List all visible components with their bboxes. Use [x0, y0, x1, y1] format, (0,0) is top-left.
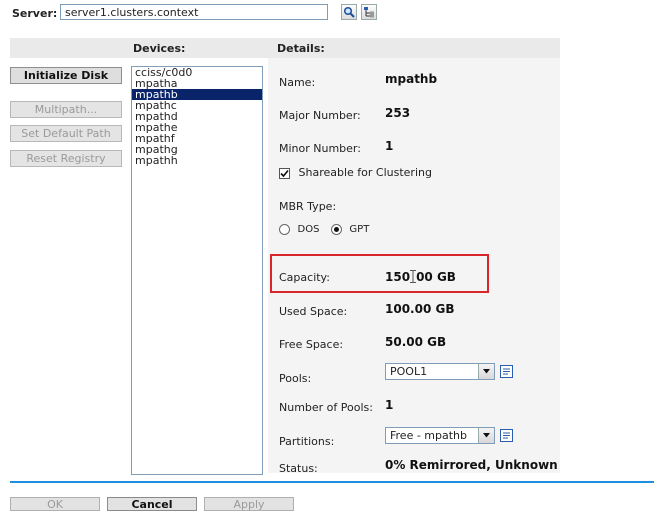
mbr-gpt-label: GPT: [349, 224, 370, 235]
apply-button[interactable]: Apply: [204, 497, 294, 511]
used-space-value: 100.00 GB: [385, 302, 455, 316]
minor-number-label: Minor Number:: [279, 142, 361, 155]
status-value: 0% Remirrored, Unknown: [385, 458, 558, 472]
mbr-type-radio-group: DOS GPT: [279, 222, 369, 235]
partition-details-icon[interactable]: [499, 428, 513, 442]
chevron-down-icon[interactable]: [478, 428, 494, 443]
pools-select[interactable]: POOL1: [385, 363, 495, 380]
name-label: Name:: [279, 76, 316, 89]
shareable-checkbox[interactable]: [279, 167, 290, 179]
chevron-down-icon[interactable]: [478, 364, 494, 379]
capacity-label: Capacity:: [279, 271, 330, 284]
cancel-button[interactable]: Cancel: [107, 497, 197, 511]
divider: [10, 481, 654, 483]
status-label: Status:: [279, 462, 318, 475]
search-icon[interactable]: [341, 4, 357, 20]
mbr-dos-label: DOS: [297, 224, 320, 235]
free-space-value: 50.00 GB: [385, 335, 447, 349]
mbr-dos-radio[interactable]: [279, 223, 290, 235]
initialize-disk-button[interactable]: Initialize Disk: [10, 67, 122, 84]
major-number-value: 253: [385, 106, 411, 120]
free-space-label: Free Space:: [279, 338, 344, 351]
ok-button[interactable]: OK: [10, 497, 100, 511]
server-label: Server:: [12, 7, 58, 20]
number-of-pools-label: Number of Pools:: [279, 401, 373, 414]
device-item[interactable]: mpathh: [132, 155, 262, 166]
multipath-button[interactable]: Multipath...: [10, 101, 122, 118]
tree-browse-icon[interactable]: [361, 4, 377, 20]
pools-label: Pools:: [279, 372, 312, 385]
mbr-gpt-radio[interactable]: [330, 223, 342, 235]
details-header: Details:: [277, 42, 325, 55]
text-cursor-icon: [410, 270, 417, 283]
capacity-value: 150 00 GB: [385, 270, 456, 284]
major-number-label: Major Number:: [279, 109, 361, 122]
server-input[interactable]: [60, 4, 328, 20]
minor-number-value: 1: [385, 139, 394, 153]
devices-header: Devices:: [133, 42, 186, 55]
pool-details-icon[interactable]: [499, 364, 513, 378]
shareable-checkbox-row[interactable]: Shareable for Clustering: [279, 166, 432, 179]
used-space-label: Used Space:: [279, 305, 348, 318]
device-list[interactable]: cciss/c0d0 mpatha mpathb mpathc mpathd m…: [131, 66, 263, 475]
mbr-type-label: MBR Type:: [279, 200, 337, 213]
number-of-pools-value: 1: [385, 398, 394, 412]
set-default-path-button[interactable]: Set Default Path: [10, 125, 122, 142]
reset-registry-button[interactable]: Reset Registry: [10, 150, 122, 167]
name-value: mpathb: [385, 72, 438, 86]
partitions-label: Partitions:: [279, 435, 335, 448]
partitions-select[interactable]: Free - mpathb: [385, 427, 495, 444]
shareable-label: Shareable for Clustering: [298, 166, 432, 179]
